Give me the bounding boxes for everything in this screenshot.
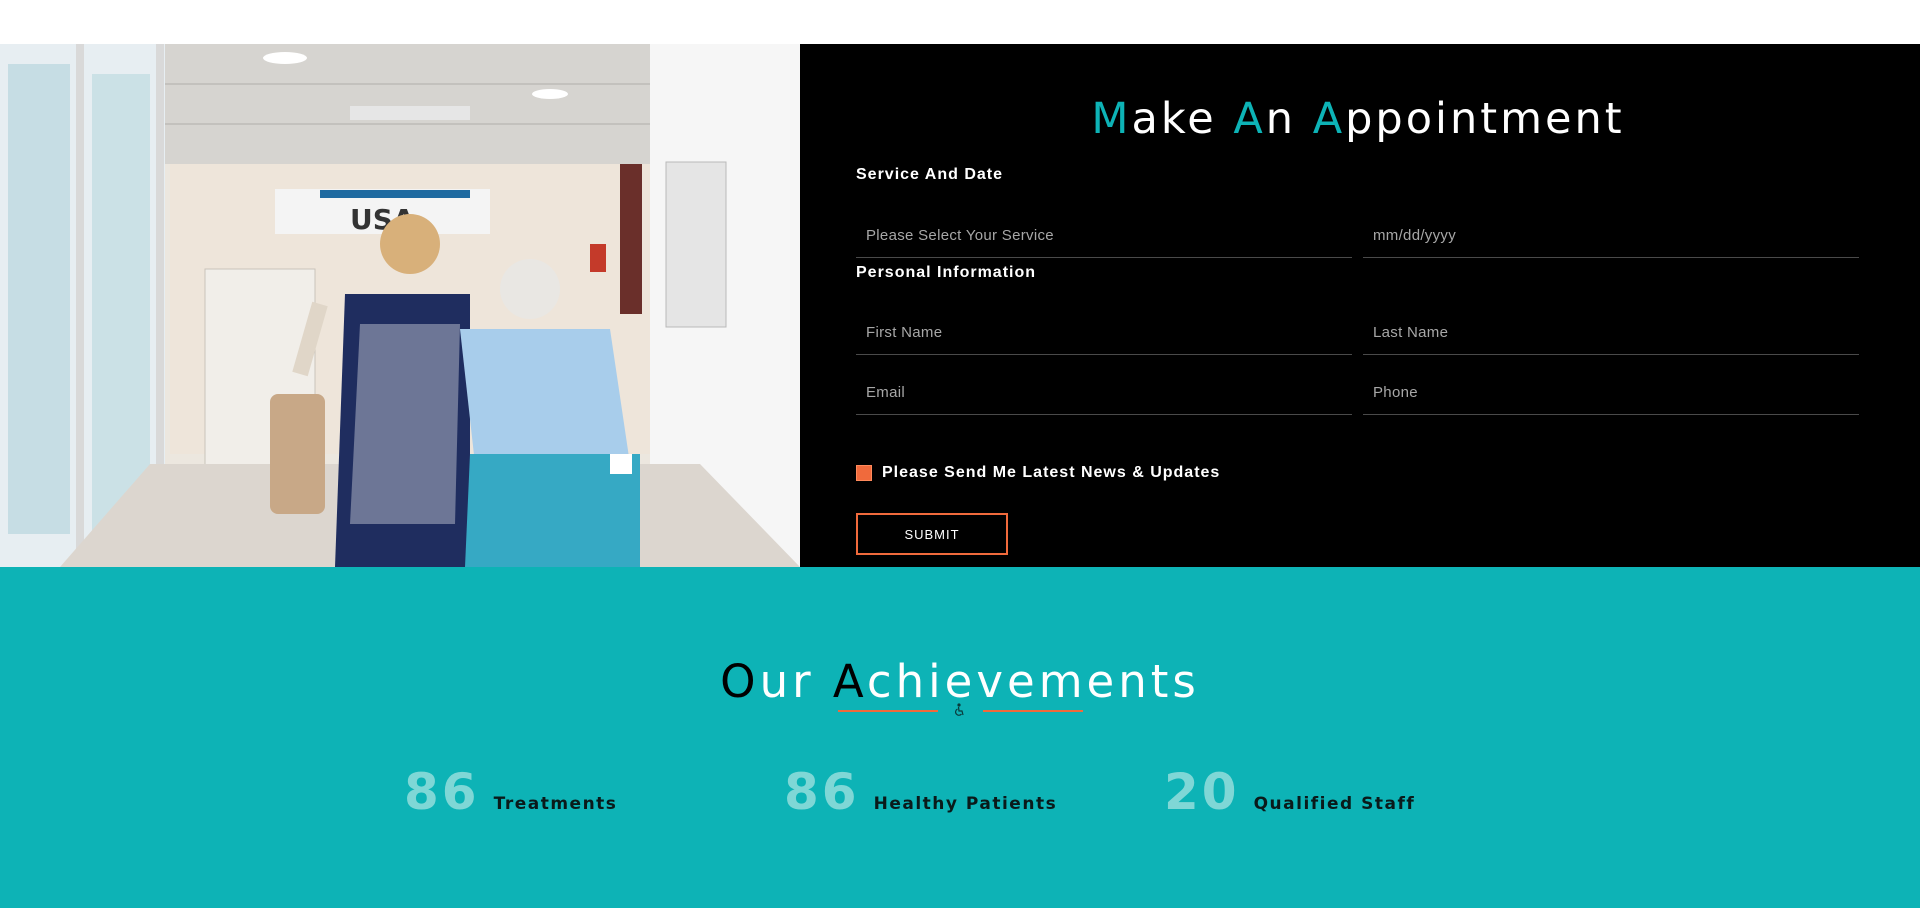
stat-label: Treatments xyxy=(493,794,618,814)
service-and-date-label: Service And Date xyxy=(856,166,1004,183)
stat-treatments: 86 Treatments xyxy=(404,763,617,821)
appointment-title: Make An Appointment xyxy=(1091,94,1625,144)
stat-value: 86 xyxy=(404,763,480,821)
personal-information-label: Personal Information xyxy=(856,264,1037,281)
stat-healthy-patients: 86 Healthy Patients xyxy=(784,763,1057,821)
stat-value: 86 xyxy=(784,763,860,821)
appointment-form: Make An Appointment Service And Date Ple… xyxy=(856,44,1860,555)
newsletter-option[interactable]: Please Send Me Latest News & Updates xyxy=(856,464,1220,482)
appointment-section: USA Make An Appointment Service And Date… xyxy=(0,44,1920,567)
stat-qualified-staff: 20 Qualified Staff xyxy=(1164,763,1415,821)
date-input[interactable]: mm/dd/yyyy xyxy=(1363,214,1859,258)
newsletter-label: Please Send Me Latest News & Updates xyxy=(882,464,1221,481)
title-divider xyxy=(838,703,1083,717)
last-name-field[interactable]: Last Name xyxy=(1363,311,1859,355)
wheelchair-icon xyxy=(955,703,964,716)
first-name-field[interactable]: First Name xyxy=(856,311,1352,355)
newsletter-checkbox[interactable] xyxy=(856,465,872,481)
achievements-title: Our Achievements xyxy=(720,655,1200,708)
stat-label: Qualified Staff xyxy=(1253,794,1416,814)
stat-label: Healthy Patients xyxy=(873,794,1058,814)
appointment-form-panel: Make An Appointment Service And Date Ple… xyxy=(800,44,1920,567)
stat-value: 20 xyxy=(1164,763,1240,821)
phone-field[interactable]: Phone xyxy=(1363,371,1859,415)
hospital-corridor-photo: USA xyxy=(0,44,800,567)
service-select[interactable]: Please Select Your Service xyxy=(856,214,1352,258)
divider-line-left xyxy=(838,710,938,712)
top-bar xyxy=(0,0,1920,44)
divider-line-right xyxy=(983,710,1083,712)
achievements-section: Our Achievements 86 Treatments 86 Health… xyxy=(0,567,1920,908)
submit-button[interactable]: SUBMIT xyxy=(856,513,1008,555)
email-field[interactable]: Email xyxy=(856,371,1352,415)
